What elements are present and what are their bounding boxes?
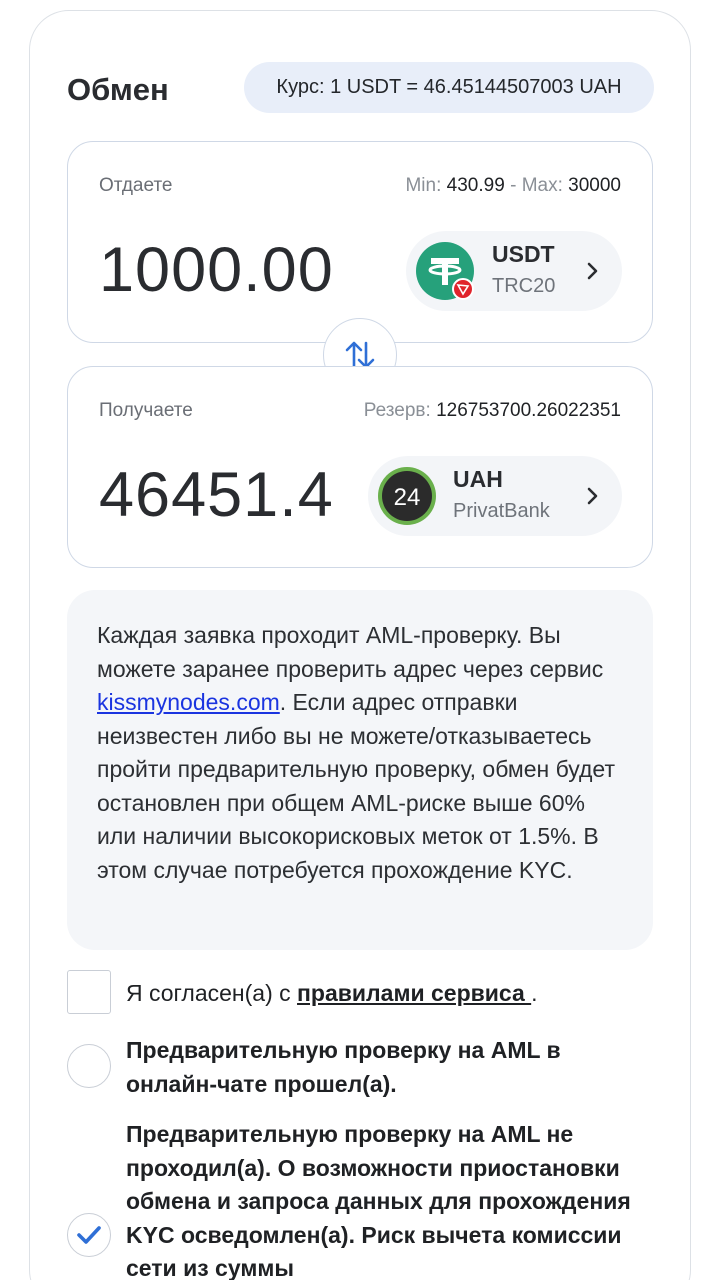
aml-passed-radio[interactable] bbox=[67, 1044, 111, 1088]
give-currency-selector[interactable]: USDT TRC20 bbox=[406, 231, 622, 311]
reserve-info: Резерв: 126753700.26022351 bbox=[364, 400, 621, 422]
agree-suffix: . bbox=[531, 980, 538, 1006]
privatbank-icon: 24 bbox=[378, 467, 436, 525]
get-currency-selector[interactable]: 24 UAH PrivatBank bbox=[368, 456, 622, 536]
aml-notice-text-start: Каждая заявка проходит AML-проверку. Вы … bbox=[97, 622, 604, 682]
reserve-label: Резерв: bbox=[363, 400, 431, 421]
tether-icon bbox=[416, 242, 474, 300]
checkmark-icon bbox=[77, 1226, 101, 1244]
kissmynodes-link[interactable]: kissmynodes.com bbox=[97, 689, 280, 715]
min-label: Min: bbox=[405, 175, 442, 196]
reserve-value: 126753700.26022351 bbox=[436, 400, 621, 421]
agree-text: Я согласен(а) с bbox=[126, 980, 298, 1006]
min-value: 430.99 bbox=[446, 175, 505, 196]
aml-not-passed-label: Предварительную проверку на AML не прохо… bbox=[126, 1121, 631, 1280]
max-label: Max: bbox=[521, 175, 563, 196]
get-currency-network: PrivatBank bbox=[453, 500, 550, 522]
aml-passed-label: Предварительную проверку на AML в онлайн… bbox=[126, 1037, 561, 1097]
service-rules-link[interactable]: правилами сервиса bbox=[297, 980, 531, 1006]
agree-rules-label: Я согласен(а) с правилами сервиса . bbox=[126, 977, 538, 1011]
get-amount-input[interactable]: 46451.4 bbox=[99, 459, 334, 531]
get-label: Получаете bbox=[99, 400, 193, 421]
aml-not-passed-radio[interactable] bbox=[67, 1213, 111, 1257]
give-amount-input[interactable]: 1000.00 bbox=[99, 234, 334, 306]
svg-text:24: 24 bbox=[394, 484, 421, 511]
limits-separator: - bbox=[510, 175, 517, 196]
give-currency-code: USDT bbox=[492, 241, 555, 267]
max-value: 30000 bbox=[568, 175, 621, 196]
give-currency-network: TRC20 bbox=[492, 275, 556, 297]
chevron-right-icon bbox=[587, 487, 598, 505]
agree-rules-checkbox[interactable] bbox=[67, 970, 111, 1014]
get-currency-code: UAH bbox=[453, 466, 503, 492]
aml-notice-text-end: . Если адрес отправки неизвестен либо вы… bbox=[97, 689, 615, 883]
give-panel: Отдаете Min: 430.99 - Max: 30000 1000.00… bbox=[67, 141, 653, 343]
chevron-right-icon bbox=[587, 262, 598, 280]
give-limits: Min: 430.99 - Max: 30000 bbox=[405, 175, 621, 197]
get-panel: Получаете Резерв: 126753700.26022351 464… bbox=[67, 366, 653, 568]
aml-notice: Каждая заявка проходит AML-проверку. Вы … bbox=[67, 590, 653, 950]
page-title: Обмен bbox=[67, 72, 169, 107]
exchange-rate-badge: Курс: 1 USDT = 46.45144507003 UAH bbox=[244, 62, 654, 113]
give-label: Отдаете bbox=[99, 175, 173, 196]
